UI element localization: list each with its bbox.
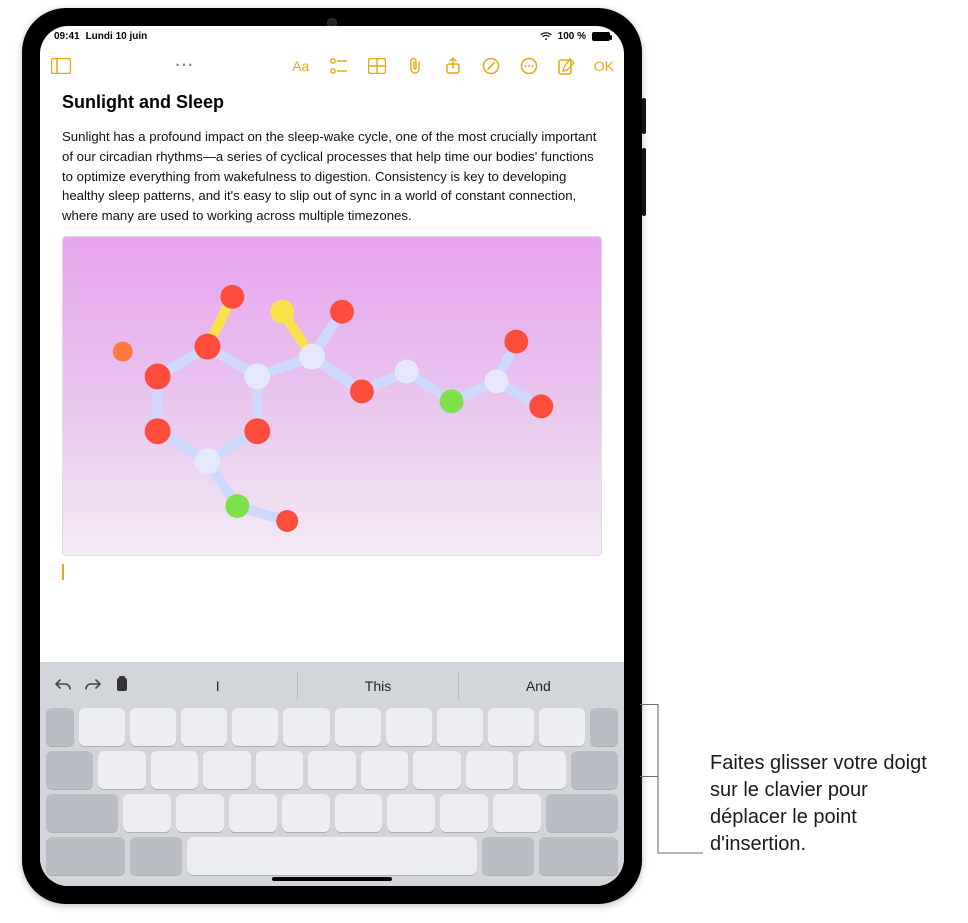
callout-leader-line <box>640 696 712 866</box>
key-blank[interactable] <box>229 794 277 832</box>
key-blank[interactable] <box>493 794 541 832</box>
key-blank[interactable] <box>413 751 460 789</box>
key-blank[interactable] <box>518 751 565 789</box>
checklist-button[interactable] <box>328 55 350 77</box>
suggestion-2[interactable]: And <box>458 672 618 700</box>
key-blank[interactable] <box>466 751 513 789</box>
key-blank[interactable] <box>440 794 488 832</box>
key-blank[interactable] <box>488 708 534 746</box>
more-button[interactable] <box>518 55 540 77</box>
new-note-button[interactable] <box>556 55 578 77</box>
status-bar: 09:41 Lundi 10 juin 100 % <box>40 26 624 46</box>
key-space[interactable] <box>187 837 476 875</box>
battery-icon <box>592 32 610 41</box>
key-blank[interactable] <box>437 708 483 746</box>
volume-up-button[interactable] <box>642 98 646 134</box>
wifi-icon <box>540 32 552 41</box>
key-blank[interactable] <box>335 708 381 746</box>
volume-down-button[interactable] <box>642 148 646 216</box>
table-button[interactable] <box>366 55 388 77</box>
note-title[interactable]: Sunlight and Sleep <box>62 92 602 113</box>
home-indicator[interactable] <box>272 877 392 881</box>
suggestion-0[interactable]: I <box>138 672 297 700</box>
redo-button[interactable] <box>84 677 102 696</box>
keyboard-keys-trackpad[interactable] <box>40 704 624 886</box>
ipad-frame: 09:41 Lundi 10 juin 100 % ··· Aa <box>22 8 642 904</box>
molecule-illustration <box>63 237 601 556</box>
sidebar-toggle-icon[interactable] <box>50 55 72 77</box>
note-content[interactable]: Sunlight and Sleep Sunlight has a profou… <box>40 86 624 662</box>
grab-indicator-icon[interactable]: ··· <box>175 57 194 75</box>
key-blank[interactable] <box>590 708 618 746</box>
key-blank[interactable] <box>130 708 176 746</box>
key-blank[interactable] <box>283 708 329 746</box>
toolbar: ··· Aa <box>40 46 624 86</box>
clipboard-button[interactable] <box>114 675 130 698</box>
key-blank[interactable] <box>387 794 435 832</box>
key-blank[interactable] <box>46 794 118 832</box>
key-blank[interactable] <box>335 794 383 832</box>
key-blank[interactable] <box>546 794 618 832</box>
done-button[interactable]: OK <box>594 58 614 74</box>
key-blank[interactable] <box>79 708 125 746</box>
key-blank[interactable] <box>256 751 303 789</box>
undo-button[interactable] <box>54 677 72 696</box>
markup-button[interactable] <box>480 55 502 77</box>
key-blank[interactable] <box>46 837 125 875</box>
status-date: Lundi 10 juin <box>86 31 148 42</box>
status-battery-text: 100 % <box>558 31 586 42</box>
key-blank[interactable] <box>539 837 618 875</box>
key-blank[interactable] <box>203 751 250 789</box>
key-blank[interactable] <box>130 837 183 875</box>
key-blank[interactable] <box>571 751 618 789</box>
note-body[interactable]: Sunlight has a profound impact on the sl… <box>62 127 602 226</box>
key-blank[interactable] <box>386 708 432 746</box>
key-blank[interactable] <box>482 837 535 875</box>
key-blank[interactable] <box>46 708 74 746</box>
status-time: 09:41 <box>54 31 80 42</box>
key-blank[interactable] <box>361 751 408 789</box>
key-blank[interactable] <box>539 708 585 746</box>
suggestion-1[interactable]: This <box>297 672 457 700</box>
attachment-button[interactable] <box>404 55 426 77</box>
key-blank[interactable] <box>46 751 93 789</box>
key-blank[interactable] <box>151 751 198 789</box>
screen: 09:41 Lundi 10 juin 100 % ··· Aa <box>40 26 624 886</box>
key-blank[interactable] <box>176 794 224 832</box>
note-image[interactable] <box>62 236 602 556</box>
key-blank[interactable] <box>282 794 330 832</box>
text-cursor <box>62 564 64 580</box>
key-blank[interactable] <box>123 794 171 832</box>
predictive-row: I This And <box>40 668 624 704</box>
callout-text: Faites glisser votre doigt sur le clavie… <box>710 750 950 858</box>
text-format-button[interactable]: Aa <box>290 55 312 77</box>
key-blank[interactable] <box>308 751 355 789</box>
key-blank[interactable] <box>232 708 278 746</box>
share-button[interactable] <box>442 55 464 77</box>
keyboard[interactable]: I This And <box>40 662 624 886</box>
key-blank[interactable] <box>98 751 145 789</box>
key-blank[interactable] <box>181 708 227 746</box>
